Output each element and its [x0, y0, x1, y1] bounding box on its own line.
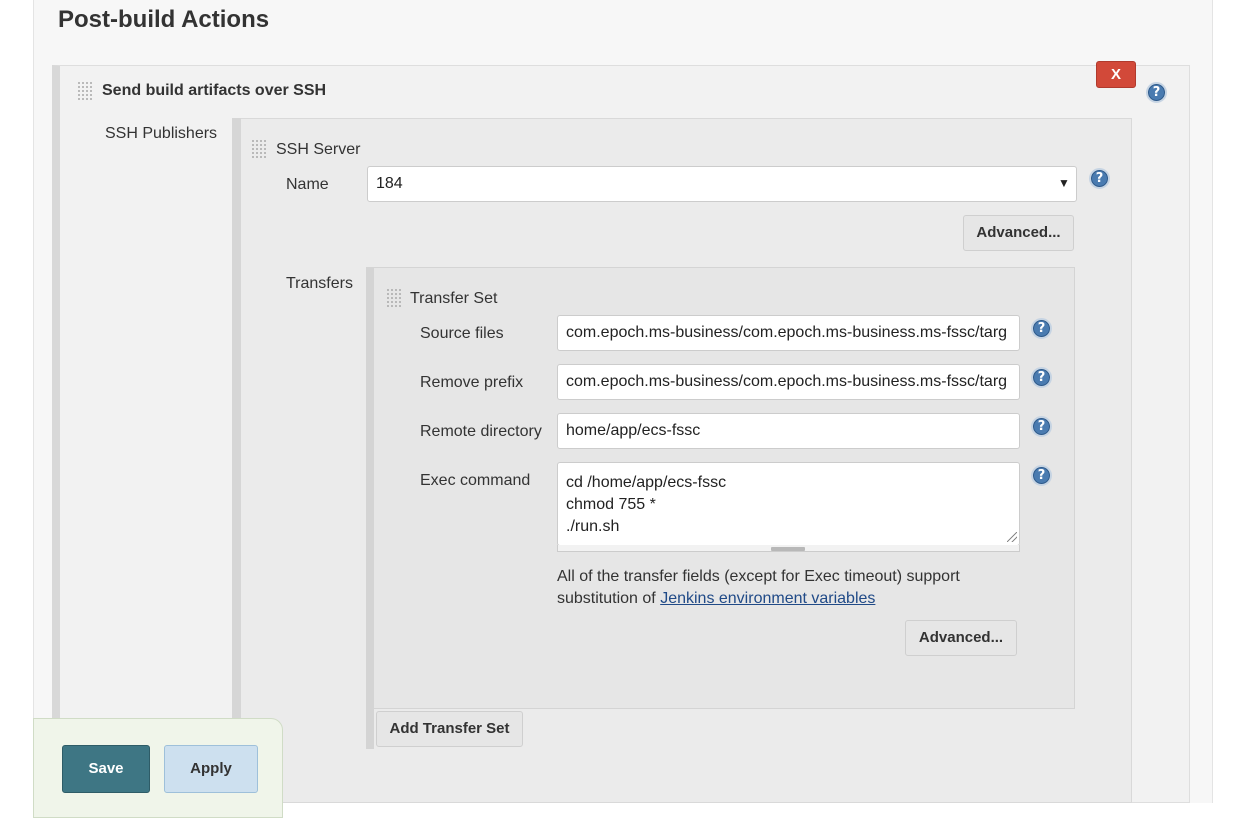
help-icon[interactable]: ? — [1089, 168, 1110, 189]
chevron-down-icon: ▼ — [1058, 176, 1070, 190]
help-icon[interactable]: ? — [1031, 318, 1052, 339]
substitution-note: All of the transfer fields (except for E… — [557, 566, 1027, 610]
env-variables-link[interactable]: Jenkins environment variables — [660, 590, 875, 607]
remote-directory-input[interactable]: home/app/ecs-fssc — [557, 413, 1020, 449]
builder-title: Send build artifacts over SSH — [102, 82, 327, 99]
section-title: Post-build Actions — [58, 6, 270, 33]
ssh-publishers-label: SSH Publishers — [105, 125, 218, 142]
remove-prefix-label: Remove prefix — [420, 374, 524, 391]
server-advanced-button[interactable]: Advanced... — [963, 215, 1074, 251]
exec-command-line: ./run.sh — [566, 518, 620, 535]
name-label: Name — [286, 176, 329, 193]
transfer-advanced-button[interactable]: Advanced... — [905, 620, 1017, 656]
source-files-input[interactable]: com.epoch.ms-business/com.epoch.ms-busin… — [557, 315, 1020, 351]
exec-command-textarea[interactable]: cd /home/app/ecs-fssc chmod 755 * ./run.… — [557, 462, 1020, 546]
server-name-select[interactable]: 184 — [367, 166, 1077, 202]
apply-button[interactable]: Apply — [164, 745, 258, 793]
help-icon[interactable]: ? — [1031, 465, 1052, 486]
source-files-label: Source files — [420, 325, 504, 342]
ssh-publishers-rail — [232, 118, 241, 803]
transfers-label: Transfers — [286, 275, 353, 292]
transfer-set-title: Transfer Set — [410, 290, 498, 307]
remove-prefix-input[interactable]: com.epoch.ms-business/com.epoch.ms-busin… — [557, 364, 1020, 400]
exec-command-label: Exec command — [420, 472, 531, 489]
resize-handle-icon[interactable] — [1007, 532, 1017, 542]
drag-handle-icon[interactable] — [386, 288, 401, 308]
delete-button[interactable]: X — [1096, 61, 1136, 88]
exec-command-line: chmod 755 * — [566, 496, 656, 513]
exec-command-line: cd /home/app/ecs-fssc — [566, 474, 727, 491]
drag-handle-icon[interactable] — [77, 81, 92, 101]
help-icon[interactable]: ? — [1031, 416, 1052, 437]
remote-directory-label: Remote directory — [420, 423, 542, 440]
ssh-server-title: SSH Server — [276, 141, 361, 158]
add-transfer-set-button[interactable]: Add Transfer Set — [376, 711, 523, 747]
grip-icon[interactable] — [771, 547, 805, 551]
drag-handle-icon[interactable] — [251, 139, 266, 159]
save-button[interactable]: Save — [62, 745, 150, 793]
help-icon[interactable]: ? — [1146, 82, 1167, 103]
transfers-rail — [366, 267, 374, 749]
help-icon[interactable]: ? — [1031, 367, 1052, 388]
